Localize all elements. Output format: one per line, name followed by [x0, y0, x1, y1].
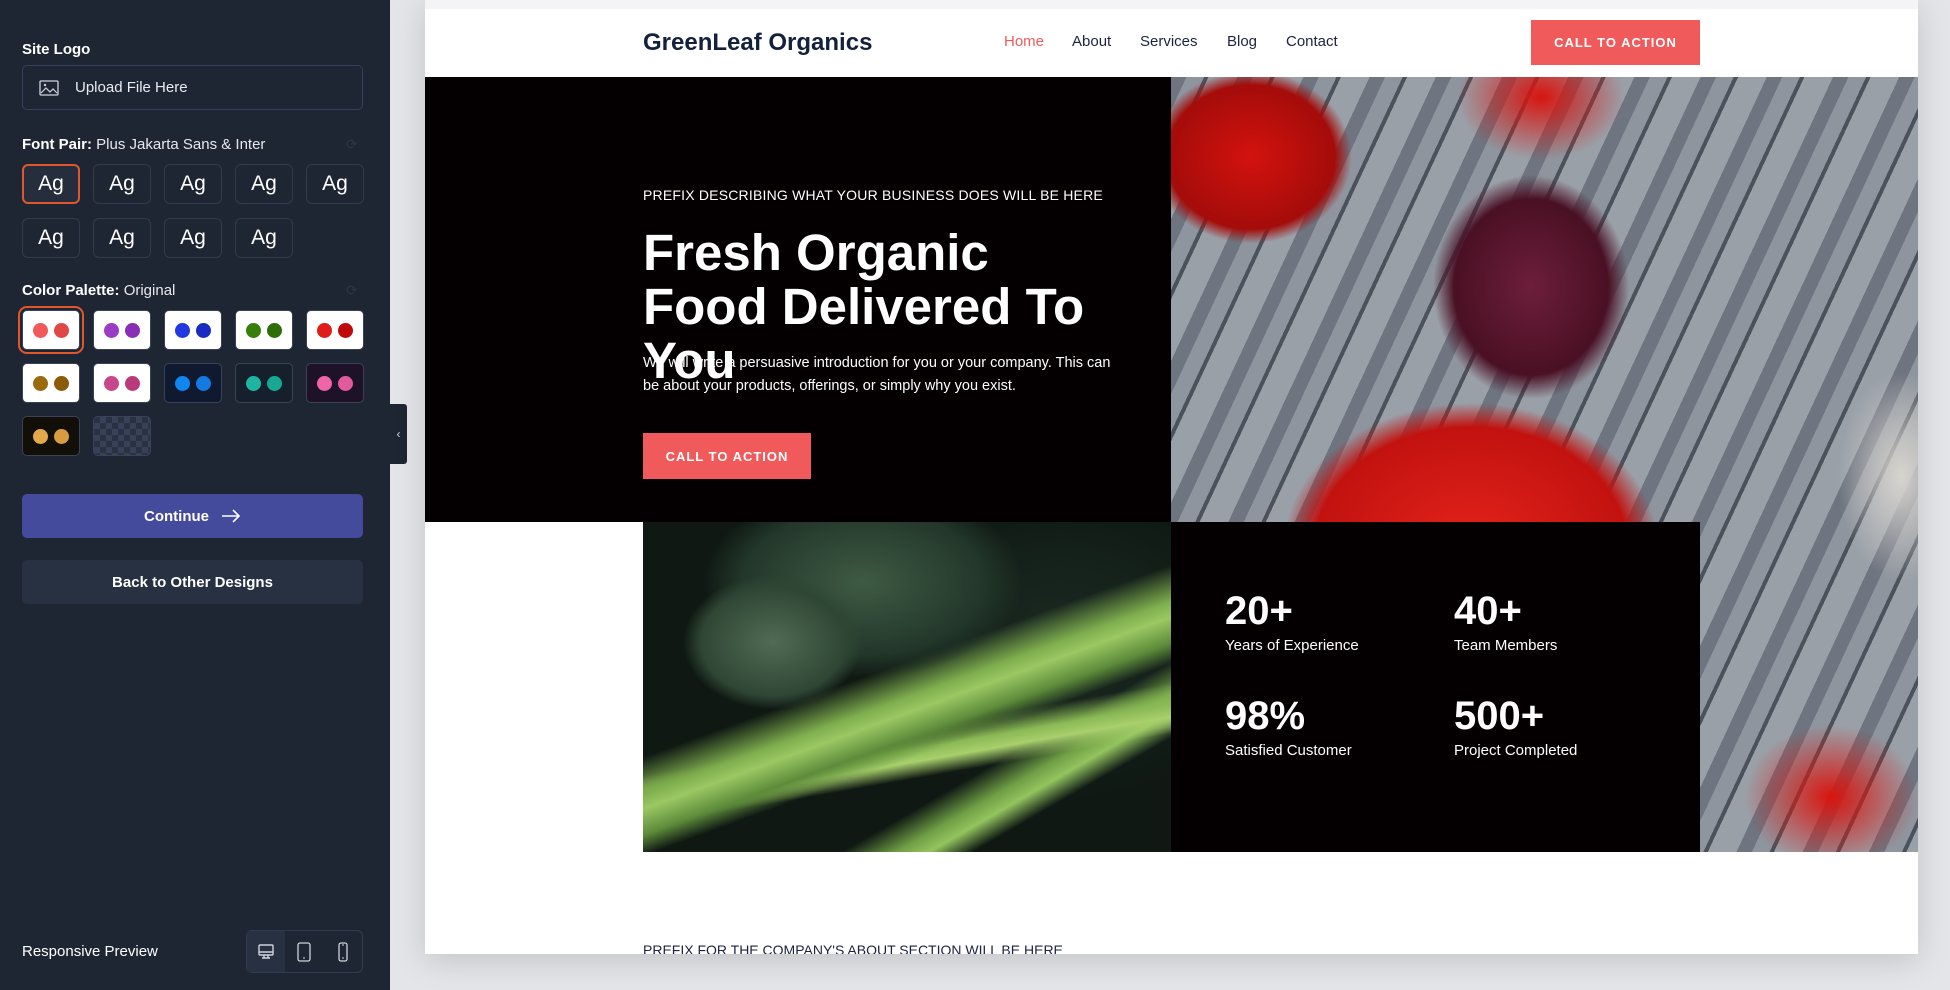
hero-cta-button[interactable]: CALL TO ACTION — [643, 433, 811, 479]
stat-label: Satisfied Customer — [1225, 742, 1352, 759]
font-pair-option[interactable]: Ag — [93, 164, 151, 204]
site-logo[interactable]: GreenLeaf Organics — [643, 29, 872, 57]
color-dot — [338, 322, 353, 338]
upload-label: Upload File Here — [75, 79, 188, 96]
nav-services[interactable]: Services — [1140, 33, 1198, 50]
stat-value: 98% — [1225, 694, 1306, 738]
continue-button[interactable]: Continue — [22, 494, 363, 538]
chevron-left-icon: ‹ — [396, 427, 401, 441]
collapse-sidebar-button[interactable]: ‹ — [390, 404, 407, 464]
color-dot — [196, 375, 211, 391]
color-dot — [175, 322, 190, 338]
refresh-icon[interactable]: ⟳ — [346, 136, 358, 153]
stat-value: 40+ — [1454, 589, 1522, 633]
color-dot — [196, 322, 211, 338]
custom-palette-option[interactable] — [93, 416, 151, 456]
color-dot — [54, 428, 69, 444]
color-palette-label: Color Palette: Original — [22, 282, 176, 299]
upload-file-button[interactable]: Upload File Here — [22, 65, 363, 110]
color-palette-option[interactable] — [164, 310, 222, 350]
color-dot — [246, 375, 261, 391]
color-palette-option[interactable] — [306, 310, 364, 350]
color-dot — [54, 322, 69, 338]
device-toggle — [246, 930, 363, 973]
sidebar: Site Logo Upload File Here Font Pair: Pl… — [0, 0, 390, 990]
website-preview: GreenLeaf Organics Home About Services Blog… — [425, 0, 1918, 954]
mobile-preview-button[interactable] — [324, 931, 362, 972]
font-pair-option[interactable]: Ag — [306, 164, 364, 204]
arrow-right-icon — [222, 509, 241, 523]
color-dot — [104, 322, 119, 338]
stat-value: 20+ — [1225, 589, 1293, 633]
responsive-preview-label: Responsive Preview — [22, 943, 158, 960]
font-pair-option[interactable]: Ag — [235, 164, 293, 204]
nav-about[interactable]: About — [1072, 33, 1111, 50]
tablet-icon — [297, 941, 312, 962]
image-icon — [39, 79, 59, 96]
color-dot — [267, 322, 282, 338]
color-palette-option[interactable] — [306, 363, 364, 403]
header-cta-button[interactable]: CALL TO ACTION — [1531, 20, 1700, 65]
continue-label: Continue — [144, 507, 209, 525]
color-dot — [54, 375, 69, 391]
color-palette-option[interactable] — [22, 363, 80, 403]
font-pair-option[interactable]: Ag — [164, 218, 222, 258]
stat-label: Years of Experience — [1225, 637, 1359, 654]
greens-image — [643, 522, 1171, 852]
color-dot — [317, 322, 332, 338]
color-palette-option[interactable] — [93, 363, 151, 403]
hero-intro: We will write a persuasive introduction … — [643, 355, 1111, 394]
stat-value: 500+ — [1454, 694, 1545, 738]
color-dot — [33, 375, 48, 391]
color-dot — [33, 322, 48, 338]
hero-prefix: PREFIX DESCRIBING WHAT YOUR BUSINESS DOE… — [643, 187, 1103, 203]
stat-label: Team Members — [1454, 637, 1558, 654]
nav-contact[interactable]: Contact — [1286, 33, 1338, 50]
back-to-other-designs-button[interactable]: Back to Other Designs — [22, 560, 363, 604]
color-dot — [338, 375, 353, 391]
nav-home[interactable]: Home — [1004, 33, 1044, 50]
color-dot — [125, 322, 140, 338]
about-prefix: PREFIX FOR THE COMPANY'S ABOUT SECTION W… — [643, 942, 1063, 954]
color-palette-option[interactable] — [93, 310, 151, 350]
color-dot — [104, 375, 119, 391]
color-palette-option[interactable] — [18, 306, 84, 354]
font-pair-option[interactable]: Ag — [22, 164, 80, 204]
font-pair-option[interactable]: Ag — [22, 218, 80, 258]
color-palette-option[interactable] — [235, 310, 293, 350]
desktop-icon — [258, 943, 274, 959]
stats-block — [1171, 522, 1700, 852]
color-dot — [175, 375, 190, 391]
color-palette-option[interactable] — [235, 363, 293, 403]
stat-label: Project Completed — [1454, 742, 1578, 759]
mobile-icon — [338, 941, 348, 962]
color-dot — [246, 322, 261, 338]
nav-blog[interactable]: Blog — [1227, 33, 1257, 50]
tablet-preview-button[interactable] — [285, 931, 323, 972]
preview-top-strip — [425, 0, 1918, 9]
color-dot — [33, 428, 48, 444]
color-palette-option[interactable] — [22, 416, 80, 456]
font-pair-option[interactable]: Ag — [93, 218, 151, 258]
font-pair-label: Font Pair: Plus Jakarta Sans & Inter — [22, 136, 266, 153]
color-palette-option[interactable] — [164, 363, 222, 403]
refresh-icon[interactable]: ⟳ — [346, 282, 358, 299]
font-pair-option[interactable]: Ag — [235, 218, 293, 258]
color-dot — [267, 375, 282, 391]
color-dot — [125, 375, 140, 391]
color-dot — [317, 375, 332, 391]
desktop-preview-button[interactable] — [247, 931, 286, 972]
font-pair-option[interactable]: Ag — [164, 164, 222, 204]
site-logo-label: Site Logo — [22, 41, 91, 58]
